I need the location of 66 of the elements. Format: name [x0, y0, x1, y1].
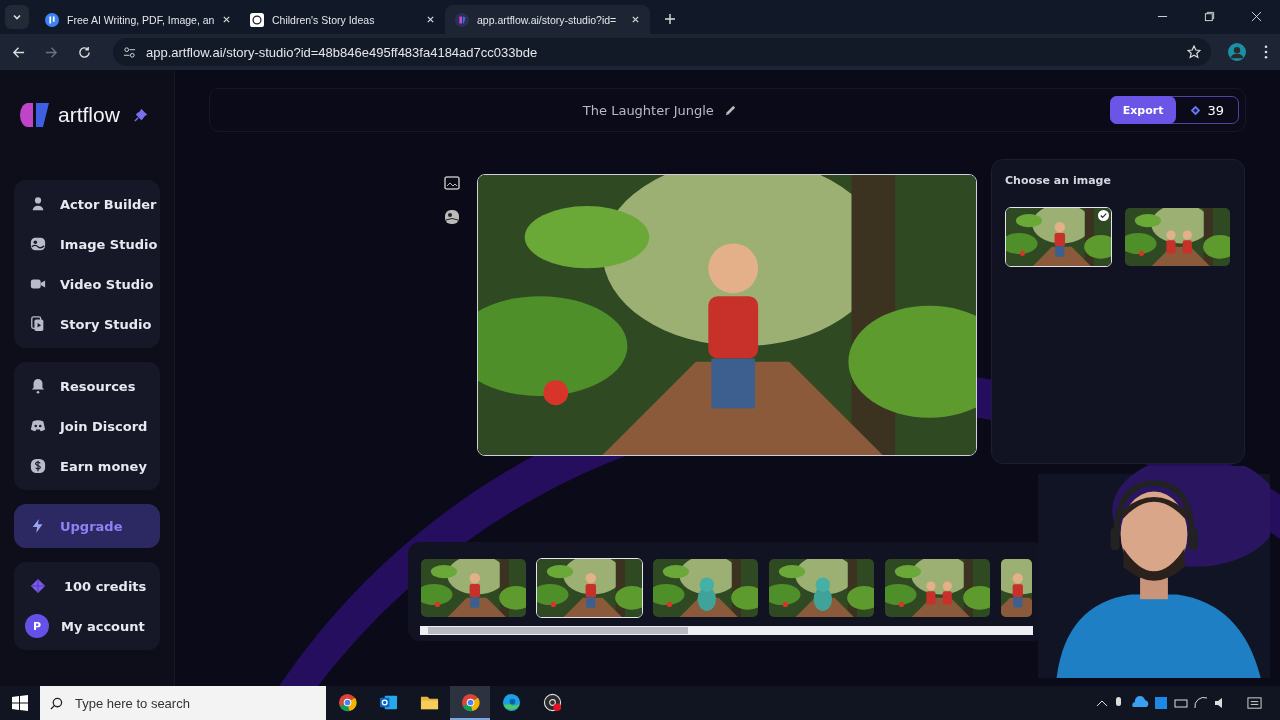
nav-item[interactable]: Video Studio [14, 264, 160, 304]
close-icon[interactable] [631, 15, 640, 24]
check-icon [1098, 210, 1109, 221]
windows-start-icon[interactable] [12, 695, 28, 711]
logo-icon [18, 101, 52, 129]
story-title: The Laughter Jungle [582, 102, 714, 118]
bookmark-star-icon[interactable] [1187, 45, 1201, 59]
recorder-icon[interactable] [542, 692, 562, 712]
browser-icon[interactable] [501, 692, 521, 712]
gallery-icon[interactable] [443, 175, 461, 193]
tab-title: app.artflow.ai/story-studio?id= [477, 13, 618, 26]
gem-icon [30, 578, 46, 594]
profile-avatar-icon[interactable] [1228, 43, 1246, 61]
bell-icon [30, 378, 46, 394]
close-icon[interactable] [222, 15, 232, 24]
logo-icon [455, 12, 469, 27]
nav-item[interactable]: Actor Builder [14, 184, 160, 224]
nav-item[interactable]: Resources [14, 366, 160, 406]
new-tab-icon[interactable] [664, 13, 676, 25]
story-icon [30, 316, 46, 332]
upgrade-button[interactable]: Upgrade [14, 504, 160, 548]
panel-title: Choose an image [1005, 174, 1112, 187]
chrome-icon[interactable] [460, 692, 480, 712]
site-settings-icon[interactable] [123, 45, 136, 59]
app-icon [45, 12, 59, 27]
gem-icon [1190, 104, 1202, 116]
browser-tab[interactable]: Children's Story Ideas [240, 5, 445, 34]
close-icon[interactable] [426, 15, 435, 24]
back-icon[interactable] [12, 45, 25, 59]
search-icon [50, 696, 63, 710]
export-button[interactable]: Export [1109, 96, 1177, 124]
nav-item[interactable]: Earn money [14, 446, 160, 486]
logo-text: artflow [58, 103, 120, 127]
address-bar[interactable]: app.artflow.ai/story-studio?id=48b846e495ff483fa4184ad7cc033bde [113, 38, 1211, 66]
pin-icon[interactable] [133, 108, 147, 122]
scrollbar[interactable] [420, 626, 1033, 635]
nav-item[interactable]: Image Studio [14, 224, 160, 264]
taskbar-app[interactable] [450, 686, 490, 720]
actor-icon[interactable] [443, 208, 461, 226]
forward-icon[interactable] [45, 45, 58, 59]
nav-item[interactable]: Join Discord [14, 406, 160, 446]
reload-icon[interactable] [78, 45, 91, 59]
browser-tab[interactable]: app.artflow.ai/story-studio?id= [445, 5, 650, 34]
pencil-icon[interactable] [723, 103, 737, 117]
dollar-icon [30, 458, 46, 474]
chevron-icon [12, 12, 22, 22]
taskbar-search-field[interactable]: Type here to search [40, 686, 326, 720]
restore-icon[interactable] [1204, 11, 1215, 22]
close-icon[interactable] [1251, 11, 1262, 22]
browser-tab[interactable]: Free AI Writing, PDF, Image, an [35, 5, 240, 34]
url-text: app.artflow.ai/story-studio?id=48b846e495ff483fa4184ad7cc033bde [146, 44, 538, 60]
notification-icon[interactable] [1247, 695, 1262, 711]
account-avatar: P [25, 614, 49, 638]
nav-item[interactable]: Story Studio [14, 304, 160, 344]
search-input[interactable]: Type here to search [73, 694, 317, 712]
account-item[interactable]: P My account [14, 606, 160, 646]
tab-search-button[interactable] [5, 5, 29, 29]
person-icon [30, 196, 46, 212]
tab-title: Free AI Writing, PDF, Image, an [67, 13, 215, 26]
credit-count: 39 [1207, 102, 1224, 118]
discord-icon [30, 418, 46, 434]
tab-title: Children's Story Ideas [272, 13, 376, 26]
image-icon [30, 236, 46, 252]
chrome-icon[interactable] [337, 692, 357, 712]
credits-item[interactable]: 100 credits [14, 566, 160, 606]
menu-icon[interactable] [1264, 45, 1268, 59]
